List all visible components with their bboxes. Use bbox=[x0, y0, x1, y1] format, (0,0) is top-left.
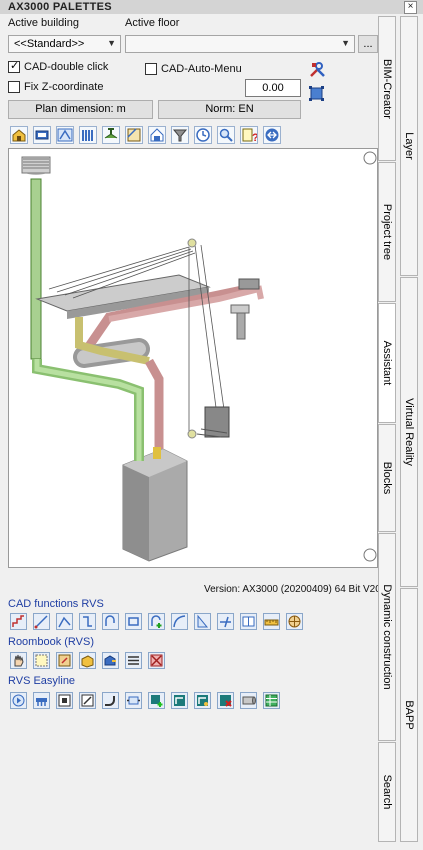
slash-box-icon[interactable] bbox=[79, 692, 96, 709]
floor-plan-icon[interactable] bbox=[125, 126, 143, 144]
preview-3d[interactable] bbox=[8, 148, 378, 568]
clock-icon[interactable] bbox=[194, 126, 212, 144]
route-delete-icon[interactable] bbox=[217, 692, 234, 709]
room-selection-icon[interactable] bbox=[33, 652, 50, 669]
delete-room-icon[interactable] bbox=[148, 652, 165, 669]
tab-blocks[interactable]: Blocks bbox=[378, 424, 396, 532]
table-icon[interactable] bbox=[263, 692, 280, 709]
browse-button[interactable]: ... bbox=[358, 35, 378, 53]
active-building-label: Active building bbox=[8, 17, 79, 29]
building-icon[interactable] bbox=[10, 126, 28, 144]
plan-dimension-button[interactable]: Plan dimension: m bbox=[8, 100, 153, 119]
help-icon[interactable]: ? bbox=[240, 126, 258, 144]
valve-icon[interactable] bbox=[102, 126, 120, 144]
cylinder-icon[interactable] bbox=[240, 692, 257, 709]
roombook-heading: Roombook (RVS) bbox=[8, 636, 94, 648]
measure-icon[interactable] bbox=[263, 613, 280, 630]
window-title: AX3000 PALETTES bbox=[8, 1, 112, 13]
fix-z-label: Fix Z-coordinate bbox=[24, 81, 104, 93]
select-area-icon[interactable] bbox=[309, 86, 324, 101]
pipe-segment-icon[interactable] bbox=[125, 692, 142, 709]
tab-layer[interactable]: Layer bbox=[400, 16, 418, 276]
rectangle-icon[interactable] bbox=[125, 613, 142, 630]
add-pipe-icon[interactable] bbox=[148, 692, 165, 709]
room-edit-icon[interactable] bbox=[56, 652, 73, 669]
rotate-arc-icon[interactable] bbox=[102, 613, 119, 630]
tab-bapp[interactable]: BAPP bbox=[400, 588, 418, 842]
globe-icon[interactable] bbox=[286, 613, 303, 630]
tab-search[interactable]: Search bbox=[378, 742, 396, 842]
window-icon[interactable] bbox=[240, 613, 257, 630]
list-icon[interactable] bbox=[125, 652, 142, 669]
sync-icon[interactable] bbox=[263, 126, 281, 144]
cad-functions-heading: CAD functions RVS bbox=[8, 598, 104, 610]
tab-dynamic-construction[interactable]: Dynamic construction bbox=[378, 533, 396, 741]
route-edit-icon[interactable] bbox=[194, 692, 211, 709]
chevron-down-icon: ▼ bbox=[341, 38, 350, 48]
polyline-icon[interactable] bbox=[56, 613, 73, 630]
filter-icon[interactable] bbox=[171, 126, 189, 144]
hand-icon[interactable] bbox=[10, 652, 27, 669]
cad-auto-menu-label: CAD-Auto-Menu bbox=[161, 63, 242, 75]
room-icon[interactable] bbox=[148, 126, 166, 144]
hatch-icon[interactable] bbox=[194, 613, 211, 630]
tab-virtual-reality[interactable]: Virtual Reality bbox=[400, 277, 418, 587]
tab-bim-creator[interactable]: BIM-Creator bbox=[378, 16, 396, 161]
chevron-down-icon: ▼ bbox=[107, 38, 116, 48]
tab-assistant[interactable]: Assistant bbox=[378, 303, 396, 423]
hvac-model-illustration bbox=[21, 151, 377, 562]
zoom-icon[interactable] bbox=[217, 126, 235, 144]
building-select[interactable]: <<Standard>> ▼ bbox=[8, 35, 121, 53]
svg-text:?: ? bbox=[252, 132, 257, 143]
easyline-heading: RVS Easyline bbox=[8, 675, 76, 687]
version-text: Version: AX3000 (20200409) 64 Bit V202 bbox=[204, 584, 387, 595]
stair-line-icon[interactable] bbox=[10, 613, 27, 630]
z-coordinate-input[interactable]: 0.00 bbox=[245, 79, 301, 97]
building-select-value: <<Standard>> bbox=[14, 38, 85, 50]
radiator-icon[interactable] bbox=[79, 126, 97, 144]
norm-button[interactable]: Norm: EN bbox=[158, 100, 301, 119]
add-region-icon[interactable] bbox=[148, 613, 165, 630]
route-icon[interactable] bbox=[171, 692, 188, 709]
cad-auto-menu-checkbox[interactable] bbox=[145, 63, 157, 75]
manifold-icon[interactable] bbox=[33, 692, 50, 709]
fix-z-checkbox[interactable] bbox=[8, 81, 20, 93]
pipe-routing-icon[interactable] bbox=[56, 126, 74, 144]
play-icon[interactable] bbox=[10, 692, 27, 709]
title-bar: AX3000 PALETTES × bbox=[0, 0, 423, 14]
cad-double-click-label: CAD-double click bbox=[24, 61, 109, 73]
tools-icon[interactable] bbox=[309, 61, 326, 78]
room-export-icon[interactable] bbox=[102, 652, 119, 669]
cad-double-click-checkbox[interactable] bbox=[8, 59, 20, 73]
tab-project-tree[interactable]: Project tree bbox=[378, 162, 396, 302]
room-3d-icon[interactable] bbox=[79, 652, 96, 669]
close-icon[interactable]: × bbox=[404, 1, 417, 14]
floor-select[interactable]: ▼ bbox=[125, 35, 355, 53]
diagonal-line-icon[interactable] bbox=[33, 613, 50, 630]
bend-icon[interactable] bbox=[102, 692, 119, 709]
connector-box-icon[interactable] bbox=[56, 692, 73, 709]
curve-icon[interactable] bbox=[171, 613, 188, 630]
offset-line-icon[interactable] bbox=[79, 613, 96, 630]
wall-icon[interactable] bbox=[33, 126, 51, 144]
active-floor-label: Active floor bbox=[125, 17, 180, 29]
trim-icon[interactable] bbox=[217, 613, 234, 630]
